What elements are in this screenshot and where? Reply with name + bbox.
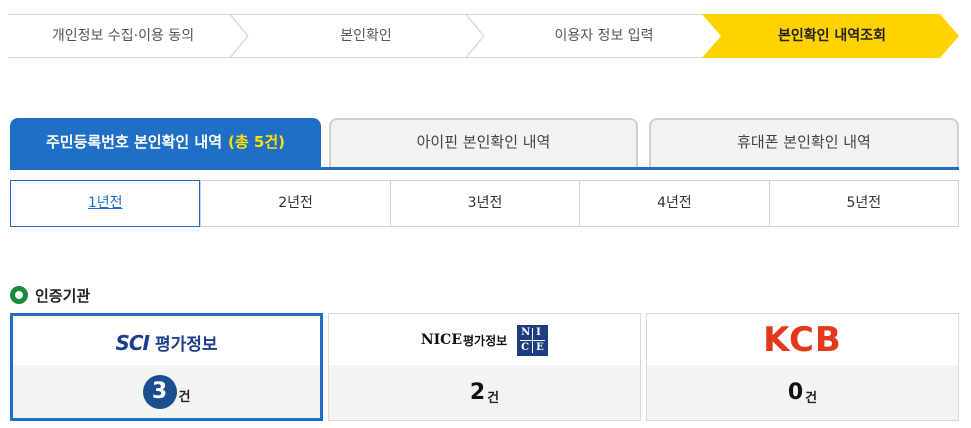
nice-logo-en: NICE (420, 332, 462, 348)
agency-card-nice[interactable]: NICE 평가정보 N I C E 2 건 (328, 313, 641, 421)
year-tab-4[interactable]: 4년전 (579, 181, 768, 226)
sci-count-area: 3 건 (13, 365, 320, 418)
tab-phone-label: 휴대폰 본인확인 내역 (737, 133, 871, 151)
sci-count: 3 (142, 374, 177, 409)
nice-logo-ko: 평가정보 (463, 333, 508, 348)
step-verification: 본인확인 (340, 28, 392, 44)
tab-ipin-history[interactable]: 아이핀 본인확인 내역 (329, 118, 638, 167)
agency-card-sci[interactable]: SCI 평가정보 3 건 (10, 313, 323, 421)
nice-count: 2 (469, 380, 486, 405)
step-progress: 개인정보 수집·이용 동의 본인확인 이용자 정보 입력 본인확인 내역조회 (8, 14, 959, 58)
circle-bullet-icon (10, 286, 28, 304)
kcb-count: 0 (787, 380, 804, 405)
kcb-logo: KCB (647, 314, 958, 366)
tab-phone-history[interactable]: 휴대폰 본인확인 내역 (649, 118, 959, 167)
tab-ipin-label: 아이핀 본인확인 내역 (416, 133, 551, 151)
nice-count-unit: 건 (487, 391, 500, 406)
agency-card-kcb[interactable]: KCB 0 건 (646, 313, 959, 421)
kcb-count-unit: 건 (805, 391, 818, 406)
year-tab-5[interactable]: 5년전 (768, 181, 958, 226)
year-tabs: 1년전 2년전 3년전 4년전 5년전 (10, 180, 959, 227)
tab-rrn-label: 주민등록번호 본인확인 내역 (45, 133, 223, 151)
kcb-count-area: 0 건 (647, 365, 958, 420)
history-tabs: 주민등록번호 본인확인 내역 (총 5건) 아이핀 본인확인 내역 휴대폰 본인확… (10, 118, 959, 170)
section-title: 인증기관 (35, 286, 91, 305)
step-user-info: 이용자 정보 입력 (554, 28, 654, 44)
year-tab-3[interactable]: 3년전 (389, 181, 579, 226)
nice-logo: NICE 평가정보 N I C E (329, 314, 640, 366)
section-heading: 인증기관 (10, 284, 90, 306)
sci-logo-ko: 평가정보 (154, 334, 218, 355)
nice-emblem-icon: N I C E (517, 324, 549, 356)
year-tab-1[interactable]: 1년전 (10, 180, 201, 227)
year-tab-2[interactable]: 2년전 (200, 181, 389, 226)
nice-count-area: 2 건 (329, 365, 640, 420)
kcb-logo-text: KCB (763, 320, 842, 360)
sci-logo-en: SCI (115, 330, 150, 355)
sci-count-unit: 건 (178, 390, 191, 405)
step-consent: 개인정보 수집·이용 동의 (51, 28, 195, 44)
sci-logo: SCI 평가정보 (13, 316, 320, 368)
tab-rrn-count: (총 5건) (228, 133, 286, 151)
tab-rrn-history[interactable]: 주민등록번호 본인확인 내역 (총 5건) (10, 118, 321, 169)
step-history-lookup: 본인확인 내역조회 (778, 28, 886, 44)
